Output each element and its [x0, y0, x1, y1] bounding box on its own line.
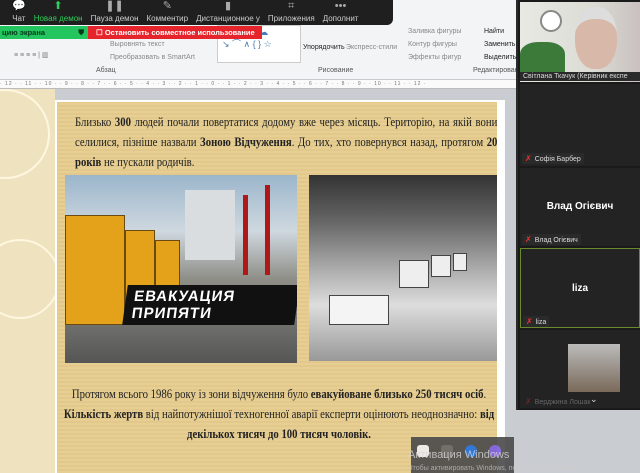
- participant-tile[interactable]: ✗ Верджина Лошак ⌄: [520, 330, 640, 408]
- more-button[interactable]: ••• Дополнит: [319, 0, 363, 25]
- pause-share-button[interactable]: ❚❚ Пауза демон: [87, 0, 143, 25]
- mic-muted-icon: ✗: [525, 154, 532, 163]
- slide-background-left: [0, 89, 60, 473]
- chevron-down-icon[interactable]: ⌄: [590, 394, 598, 405]
- paragraph-run: евакуйоване близько 250 тисяч осіб: [310, 387, 484, 401]
- pencil-icon: ✎: [162, 0, 172, 12]
- paragraph-run: 300: [114, 115, 132, 129]
- clock-image: [540, 10, 562, 32]
- mic-muted-icon: ✗: [526, 317, 533, 326]
- paragraph-run: від найпотужнішої техногенної аварії екс…: [143, 407, 480, 421]
- remote-control-button[interactable]: ▮ Дистанционное у: [192, 0, 264, 25]
- stop-share-button[interactable]: ☐ Остановить совместное использование: [88, 26, 262, 39]
- pause-icon: ❚❚: [105, 0, 124, 12]
- slide: Близько 300 людей почали повертатися дод…: [55, 100, 505, 473]
- paragraph-group-label: Абзац: [96, 67, 116, 74]
- slide-paragraph-bottom: Протягом всього 1986 року із зони відчуж…: [59, 384, 499, 444]
- more-icon: •••: [334, 0, 347, 12]
- paragraph-run: .: [483, 387, 487, 401]
- participant-tile[interactable]: Влад Огієвич ✗ Влад Огієвич: [520, 168, 640, 246]
- paragraph-run: Зоною Відчуження: [200, 135, 292, 149]
- align-buttons[interactable]: ≡ ≡ ≡ ≡ | ▥: [14, 51, 49, 59]
- participants-panel: Світлана Ткачук (Керівник експе ✗ Софія Б…: [516, 0, 640, 410]
- paragraph-run: Протягом всього 1986 року із зони відчуж…: [71, 387, 311, 401]
- screen-share-bar: цию экрана ⛊ ☐ Остановить совместное исп…: [0, 26, 262, 39]
- mic-muted-icon: ✗: [525, 235, 532, 244]
- arrange-button[interactable]: Упорядочить: [303, 44, 345, 51]
- windows-activation-subtitle: Чтобы активировать Windows, перейдите в …: [408, 465, 574, 472]
- select-button[interactable]: Выделить: [484, 54, 516, 61]
- annotate-button[interactable]: ✎ Комментир: [143, 0, 193, 25]
- evacuation-photo: ЕВАКУАЦИЯ ПРИПЯТИ: [65, 175, 297, 363]
- slide-paragraph-top: Близько 300 людей почали повертатися дод…: [75, 112, 497, 172]
- align-text-button[interactable]: Выровнять текст: [110, 41, 165, 48]
- paragraph-run: . До тих, хто повернувся назад, протягом: [291, 135, 487, 149]
- windows-activation-title: Активация Windows: [408, 449, 510, 461]
- zoom-meeting-toolbar: 💬 Чат ⬆ Новая демон ❚❚ Пауза демон ✎ Коммент…: [0, 0, 393, 25]
- chat-icon: 💬: [12, 0, 26, 12]
- shape-outline-button[interactable]: Контур фигуры: [408, 41, 457, 48]
- convoy-photo: [309, 175, 497, 361]
- share-status: цию экрана ⛊: [0, 26, 88, 39]
- quick-styles-button[interactable]: Экспресс-стили: [346, 44, 397, 51]
- apps-icon: ⌗: [288, 0, 295, 12]
- chat-button[interactable]: 💬 Чат: [8, 0, 30, 25]
- ruler: · 12 · · 11 · · 10 · · 9 · · 8 · · 7 · ·…: [0, 80, 516, 89]
- photo-caption: ЕВАКУАЦИЯ ПРИПЯТИ: [122, 285, 297, 325]
- share-screen-icon: ⬆: [53, 0, 63, 12]
- mouse-icon: ▮: [224, 0, 231, 12]
- shape-fill-button[interactable]: Заливка фигуры: [408, 28, 461, 35]
- editing-group-label: Редактирование: [473, 67, 516, 74]
- apps-button[interactable]: ⌗ Приложения: [264, 0, 319, 25]
- find-button[interactable]: Найти: [484, 28, 504, 35]
- drawing-group-label: Рисование: [318, 67, 354, 74]
- shield-icon: ⛊: [78, 28, 84, 37]
- convert-smartart-button[interactable]: Преобразовать в SmartArt: [110, 54, 195, 61]
- paragraph-run: Близько: [75, 115, 115, 129]
- checkbox-icon: ☐: [96, 28, 105, 37]
- participant-tile-active[interactable]: liza ✗ liza: [520, 248, 640, 328]
- new-share-button[interactable]: ⬆ Новая демон: [30, 0, 87, 25]
- replace-button[interactable]: Заменить: [484, 41, 515, 48]
- paragraph-run: не пускали родичів.: [101, 155, 195, 169]
- paragraph-run: Кількість жертв: [63, 407, 144, 421]
- participant-tile[interactable]: ✗ Софія Барбер: [520, 84, 640, 166]
- avatar: [568, 344, 620, 392]
- participant-video[interactable]: Світлана Ткачук (Керівник експе: [520, 2, 640, 82]
- shape-effects-button[interactable]: Эффекты фигур: [408, 54, 461, 61]
